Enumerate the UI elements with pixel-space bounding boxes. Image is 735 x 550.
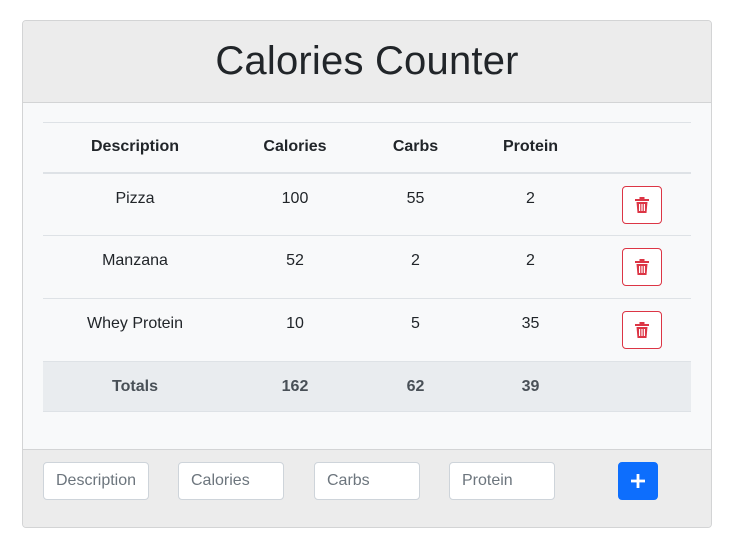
cell-carbs: 5 — [363, 298, 468, 362]
calories-input[interactable] — [178, 462, 284, 500]
cell-description: Whey Protein — [43, 298, 227, 362]
totals-label: Totals — [43, 361, 227, 412]
delete-row-button[interactable] — [622, 185, 662, 224]
column-header-actions — [593, 122, 691, 174]
add-food-form — [23, 449, 711, 527]
carbs-input[interactable] — [314, 462, 420, 500]
delete-row-button[interactable] — [622, 248, 662, 286]
cell-actions — [593, 172, 691, 236]
cell-calories: 10 — [227, 298, 363, 362]
cell-protein: 2 — [468, 172, 593, 236]
totals-empty — [593, 361, 691, 412]
add-food-button[interactable] — [618, 462, 658, 500]
column-header-carbs: Carbs — [363, 122, 468, 174]
cell-description: Pizza — [43, 172, 227, 236]
table-row: Pizza 100 55 2 — [43, 172, 691, 236]
cell-calories: 100 — [227, 172, 363, 236]
cell-carbs: 55 — [363, 172, 468, 236]
totals-carbs: 62 — [363, 361, 468, 412]
table-row: Whey Protein 10 5 35 — [43, 298, 691, 362]
trash-icon — [635, 322, 649, 338]
card-header: Calories Counter — [23, 21, 711, 103]
foods-table-container: Description Calories Carbs Protein Pizza… — [43, 122, 691, 412]
cell-description: Manzana — [43, 235, 227, 299]
table-row: Manzana 52 2 2 — [43, 235, 691, 299]
page-title: Calories Counter — [215, 39, 519, 83]
totals-calories: 162 — [227, 361, 363, 412]
trash-icon — [635, 259, 649, 275]
cell-actions — [593, 298, 691, 362]
cell-protein: 35 — [468, 298, 593, 362]
trash-icon — [635, 196, 649, 213]
protein-input[interactable] — [449, 462, 555, 500]
column-header-description: Description — [43, 122, 227, 174]
column-header-protein: Protein — [468, 122, 593, 174]
column-header-calories: Calories — [227, 122, 363, 174]
description-input[interactable] — [43, 462, 149, 500]
totals-row: Totals 162 62 39 — [43, 361, 691, 412]
calories-card: Calories Counter Description Calories Ca… — [22, 20, 712, 528]
cell-calories: 52 — [227, 235, 363, 299]
delete-row-button[interactable] — [622, 311, 662, 349]
cell-protein: 2 — [468, 235, 593, 299]
totals-protein: 39 — [468, 361, 593, 412]
cell-carbs: 2 — [363, 235, 468, 299]
foods-table: Description Calories Carbs Protein Pizza… — [43, 122, 691, 412]
cell-actions — [593, 235, 691, 299]
plus-icon — [631, 474, 645, 488]
table-header-row: Description Calories Carbs Protein — [43, 122, 691, 174]
